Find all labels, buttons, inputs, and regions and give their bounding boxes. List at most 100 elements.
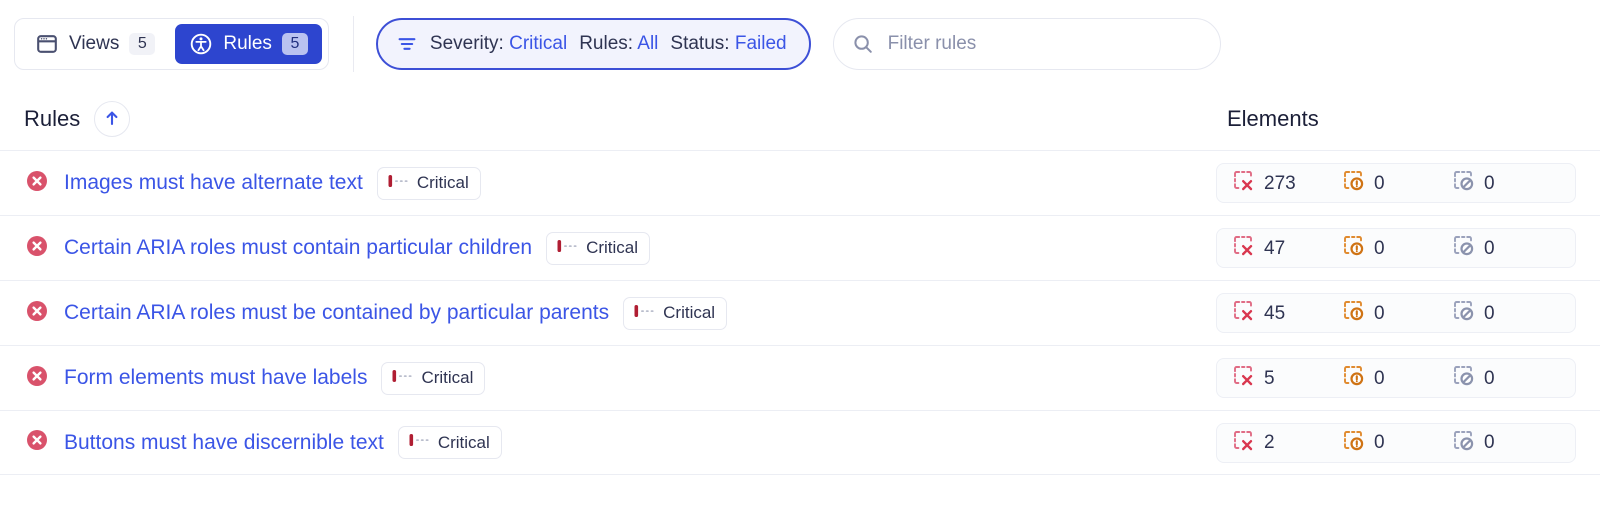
- inapplicable-count: 0: [1451, 428, 1561, 458]
- severity-level-icon: [633, 303, 656, 324]
- incomplete-count: 0: [1341, 233, 1451, 263]
- tab-views[interactable]: Views 5: [21, 24, 169, 64]
- error-circle-x-icon: [24, 233, 50, 264]
- inapplicable-value: 0: [1484, 432, 1495, 453]
- incomplete-count: 0: [1341, 298, 1451, 328]
- table-row[interactable]: Form elements must have labels Critical: [0, 345, 1600, 410]
- inapplicable-value: 0: [1484, 302, 1495, 324]
- dashed-box-x-icon: [1231, 233, 1255, 263]
- elements-cell: 5 0 0: [1216, 358, 1576, 398]
- severity-badge: Critical: [546, 231, 651, 265]
- filter-status-label: Status:: [670, 33, 730, 54]
- severity-badge-label: Critical: [421, 368, 474, 387]
- incomplete-value: 0: [1374, 367, 1385, 389]
- table-row[interactable]: Certain ARIA roles must contain particul…: [0, 215, 1600, 280]
- filter-status: Status: Failed: [670, 33, 786, 55]
- element-counts: 45 0 0: [1216, 293, 1576, 333]
- incomplete-count: 0: [1341, 363, 1451, 393]
- rules-table: Rules Elements Images must have alternat…: [0, 88, 1600, 475]
- search-icon: [852, 33, 874, 55]
- error-circle-x-icon: [24, 363, 50, 394]
- inapplicable-value: 0: [1484, 237, 1495, 259]
- dashed-box-exclamation-icon: [1341, 298, 1365, 328]
- tab-rules-label: Rules: [223, 33, 272, 54]
- table-row[interactable]: Certain ARIA roles must be contained by …: [0, 280, 1600, 345]
- toolbar: Views 5 Rules 5 Severity: Critical Rules…: [0, 0, 1600, 88]
- element-counts: 47 0 0: [1216, 228, 1576, 268]
- toolbar-divider: [352, 16, 354, 72]
- severity-badge-label: Critical: [437, 432, 490, 452]
- view-mode-segmented-control: Views 5 Rules 5: [14, 18, 329, 70]
- filter-summary-button[interactable]: Severity: Critical Rules: All Status: Fa…: [375, 18, 811, 70]
- violations-count: 47: [1231, 233, 1341, 263]
- severity-badge: Critical: [381, 361, 486, 395]
- rule-name-link[interactable]: Form elements must have labels: [64, 366, 367, 390]
- violations-value: 47: [1264, 237, 1286, 259]
- search-box[interactable]: [832, 18, 1221, 70]
- severity-badge-label: Critical: [416, 173, 469, 192]
- rule-cell: Form elements must have labels Critical: [24, 361, 1216, 395]
- violations-count: 2: [1231, 428, 1341, 458]
- severity-badge-label: Critical: [586, 238, 639, 257]
- search-input[interactable]: [887, 33, 1202, 55]
- severity-badge: Critical: [623, 296, 728, 330]
- rule-name-link[interactable]: Buttons must have discernible text: [64, 431, 384, 455]
- dashed-box-exclamation-icon: [1341, 428, 1365, 458]
- rule-name-link[interactable]: Certain ARIA roles must contain particul…: [64, 236, 532, 260]
- incomplete-value: 0: [1374, 302, 1385, 324]
- violations-value: 5: [1264, 367, 1275, 389]
- tab-views-count: 5: [129, 33, 156, 55]
- table-row[interactable]: Images must have alternate text Critical: [0, 150, 1600, 215]
- error-circle-x-icon: [24, 427, 50, 458]
- arrow-up-icon: [102, 108, 122, 131]
- dashed-box-exclamation-icon: [1341, 363, 1365, 393]
- inapplicable-count: 0: [1451, 298, 1561, 328]
- rules-panel: Views 5 Rules 5 Severity: Critical Rules…: [0, 0, 1600, 528]
- violations-value: 45: [1264, 302, 1286, 324]
- incomplete-count: 0: [1341, 428, 1451, 458]
- dashed-box-slash-icon: [1451, 428, 1475, 458]
- dashed-box-x-icon: [1231, 168, 1255, 198]
- incomplete-value: 0: [1374, 237, 1385, 259]
- sort-ascending-button[interactable]: [94, 101, 131, 137]
- rule-cell: Images must have alternate text Critical: [24, 166, 1216, 200]
- elements-cell: 2 0 0: [1216, 422, 1576, 463]
- rule-name-link[interactable]: Images must have alternate text: [64, 171, 363, 195]
- element-counts: 273 0 0: [1216, 163, 1576, 203]
- filter-severity: Severity: Critical: [430, 33, 567, 55]
- filter-rules-value: All: [637, 33, 659, 54]
- violations-count: 5: [1231, 363, 1341, 393]
- column-header-elements: Elements: [1227, 106, 1319, 131]
- elements-cell: 273 0 0: [1216, 163, 1576, 203]
- inapplicable-value: 0: [1484, 172, 1495, 194]
- inapplicable-value: 0: [1484, 367, 1495, 389]
- violations-value: 273: [1264, 172, 1296, 194]
- element-counts: 5 0 0: [1216, 358, 1576, 398]
- tab-rules-count: 5: [281, 33, 308, 55]
- incomplete-count: 0: [1341, 168, 1451, 198]
- column-header-rules-label: Rules: [24, 106, 81, 131]
- severity-badge: Critical: [397, 426, 502, 459]
- filter-severity-label: Severity:: [429, 33, 504, 54]
- inapplicable-count: 0: [1451, 363, 1561, 393]
- inapplicable-count: 0: [1451, 233, 1561, 263]
- browser-window-icon: [35, 32, 59, 56]
- severity-level-icon: [556, 238, 579, 259]
- dashed-box-exclamation-icon: [1341, 233, 1365, 263]
- filter-status-value: Failed: [734, 33, 787, 54]
- table-header-row: Rules Elements: [0, 88, 1600, 150]
- elements-cell: 45 0 0: [1216, 293, 1576, 333]
- severity-badge-label: Critical: [663, 303, 716, 322]
- column-header-rules: Rules: [24, 101, 1216, 137]
- table-row[interactable]: Buttons must have discernible text Criti…: [0, 410, 1600, 475]
- dashed-box-x-icon: [1231, 363, 1255, 393]
- tab-rules[interactable]: Rules 5: [175, 24, 322, 64]
- error-circle-x-icon: [24, 168, 50, 199]
- filter-rules-label: Rules:: [579, 33, 634, 54]
- inapplicable-count: 0: [1451, 168, 1561, 198]
- filter-rules: Rules: All: [579, 33, 658, 55]
- rule-name-link[interactable]: Certain ARIA roles must be contained by …: [64, 301, 609, 325]
- filter-icon: [396, 33, 418, 55]
- rule-cell: Certain ARIA roles must be contained by …: [24, 296, 1216, 330]
- incomplete-value: 0: [1374, 172, 1385, 194]
